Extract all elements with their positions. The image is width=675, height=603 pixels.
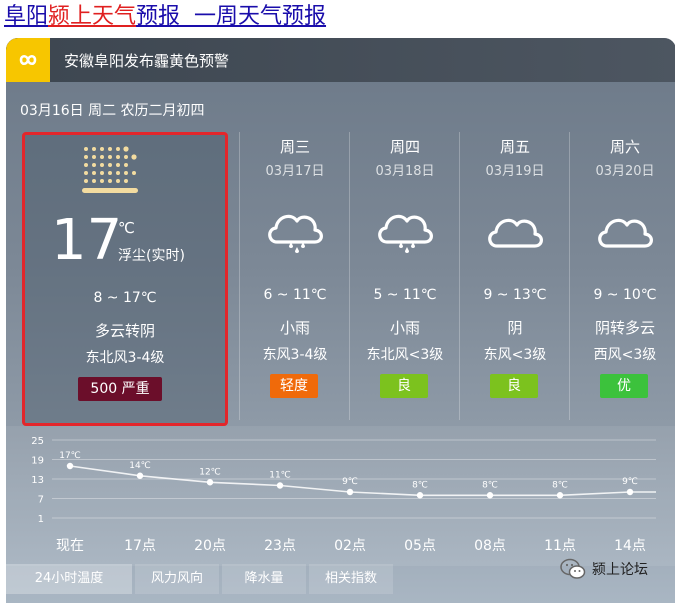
y-tick-label: 13 [31, 475, 44, 486]
rain-icon [263, 202, 327, 262]
temperature-point [136, 472, 144, 479]
point-label: 8℃ [412, 480, 428, 490]
title-link-forecast[interactable]: 预报 一周天气预报 [136, 4, 326, 29]
day-temp-range: 9 ~ 10℃ [593, 287, 657, 303]
day-date: 03月17日 [265, 164, 325, 179]
day-temp-range: 9 ~ 13℃ [483, 287, 547, 303]
watermark: 颍上论坛 [560, 558, 648, 580]
title-link-fuyang[interactable]: 阜阳 [4, 4, 48, 29]
day-aqi-badge: 良 [490, 374, 538, 398]
temperature-point [66, 462, 74, 470]
today-weather: 多云转阴 [94, 322, 155, 340]
day-name: 周四 [389, 138, 420, 156]
temperature-point [206, 479, 214, 486]
point-label: 11℃ [269, 471, 291, 481]
day-weather: 小雨 [389, 319, 420, 337]
x-tick-label: 17点 [124, 538, 156, 554]
page-title[interactable]: 阜阳颍上天气预报 一周天气预报 [4, 2, 326, 32]
alert-text: 安徽阜阳发布霾黄色预警 [64, 52, 230, 70]
watermark-text: 颍上论坛 [592, 562, 648, 578]
day-date: 03月19日 [485, 164, 545, 179]
temperature-unit: ℃ [118, 219, 135, 237]
day-weather: 小雨 [279, 319, 310, 337]
day-name: 周三 [279, 138, 310, 156]
forecast-day-thu[interactable]: 周四 03月18日 5 ~ 11℃ 小雨 东北风<3级 良 [350, 132, 460, 420]
temperature-line [69, 465, 656, 497]
day-wind: 东风3-4级 [262, 347, 328, 363]
point-label: 12℃ [199, 467, 221, 477]
tab-precipitation[interactable]: 降水量 [222, 564, 306, 594]
day-wind: 东北风<3级 [366, 347, 444, 363]
day-aqi-badge: 良 [380, 374, 428, 398]
tab-wind[interactable]: 风力风向 [135, 564, 219, 594]
infinity-icon [6, 38, 50, 82]
y-tick-label: 1 [38, 514, 44, 525]
x-tick-label: 05点 [404, 538, 436, 554]
temperature-point [346, 488, 354, 496]
day-wind: 东风<3级 [483, 347, 547, 363]
forecast-day-fri[interactable]: 周五 03月19日 9 ~ 13℃ 阴 东风<3级 良 [460, 132, 570, 420]
x-tick-label: 08点 [474, 538, 506, 554]
temperature-chart-panel: 25 19 13 7 1 17℃ 现在 14℃ 17点 12℃ 20点 11℃ 23点 9℃ 02点 8℃ 05… [6, 426, 675, 566]
x-tick-label: 14点 [614, 538, 646, 554]
point-label: 14℃ [129, 461, 151, 471]
x-tick-label: 23点 [264, 538, 296, 554]
day-temp-range: 5 ~ 11℃ [373, 287, 437, 303]
day-weather: 阴转多云 [594, 319, 655, 337]
point-label: 17℃ [59, 451, 81, 461]
temperature-point [626, 488, 634, 496]
chart-tabs: 24小时温度 风力风向 降水量 相关指数 [6, 564, 396, 594]
haze-icon [80, 143, 142, 201]
day-date: 03月18日 [375, 164, 435, 179]
x-tick-label: 20点 [194, 538, 226, 554]
temperature-point [276, 482, 284, 489]
tab-24h-temperature[interactable]: 24小时温度 [6, 564, 132, 594]
today-temp-range: 8 ~ 17℃ [93, 290, 157, 306]
day-date: 03月20日 [595, 164, 655, 179]
today-panel[interactable]: 17 ℃ 浮尘(实时) 8 ~ 17℃ 多云转阴 东北风3-4级 500 严重 [22, 132, 228, 426]
x-tick-label: 现在 [56, 538, 84, 554]
point-label: 9℃ [342, 477, 358, 487]
day-name: 周六 [609, 138, 640, 156]
tab-indices[interactable]: 相关指数 [309, 564, 393, 594]
y-tick-label: 25 [31, 436, 44, 447]
alert-bar[interactable]: 安徽阜阳发布霾黄色预警 [6, 38, 675, 82]
day-temp-range: 6 ~ 11℃ [263, 287, 327, 303]
forecast-day-wed[interactable]: 周三 03月17日 6 ~ 11℃ 小雨 东风3-4级 轻度 [240, 132, 350, 420]
y-tick-label: 7 [38, 495, 44, 506]
rain-icon [373, 202, 437, 262]
day-aqi-badge: 轻度 [270, 374, 318, 398]
point-label: 9℃ [622, 477, 638, 487]
x-tick-label: 02点 [334, 538, 366, 554]
title-link-yingshang[interactable]: 颍上天气 [48, 4, 136, 29]
current-date: 03月16日 周二 农历二月初四 [20, 103, 205, 119]
temperature-point [556, 492, 564, 499]
cloud-icon [593, 202, 657, 262]
day-name: 周五 [499, 138, 530, 156]
wechat-icon [560, 558, 586, 579]
today-wind: 东北风3-4级 [85, 350, 165, 366]
day-weather: 阴 [507, 319, 523, 337]
today-aqi-badge: 500 严重 [78, 377, 162, 401]
temperature-point [416, 492, 424, 499]
weather-widget: 安徽阜阳发布霾黄色预警 03月16日 周二 农历二月初四 17 ℃ 浮尘(实时)… [6, 38, 675, 603]
temperature-chart: 25 19 13 7 1 17℃ 现在 14℃ 17点 12℃ 20点 11℃ 23点 9℃ 02点 8℃ 05… [31, 436, 656, 554]
day-wind: 西风<3级 [593, 347, 657, 363]
x-tick-label: 11点 [544, 538, 576, 554]
current-condition: 浮尘(实时) [118, 248, 185, 264]
point-label: 8℃ [482, 480, 498, 490]
cloud-icon [483, 202, 547, 262]
current-temperature: 17 [51, 208, 123, 273]
y-tick-label: 19 [31, 456, 44, 467]
forecast-day-sat[interactable]: 周六 03月20日 9 ~ 10℃ 阴转多云 西风<3级 优 [570, 132, 675, 420]
point-label: 8℃ [552, 480, 568, 490]
day-aqi-badge: 优 [600, 374, 648, 398]
temperature-point [486, 492, 494, 499]
